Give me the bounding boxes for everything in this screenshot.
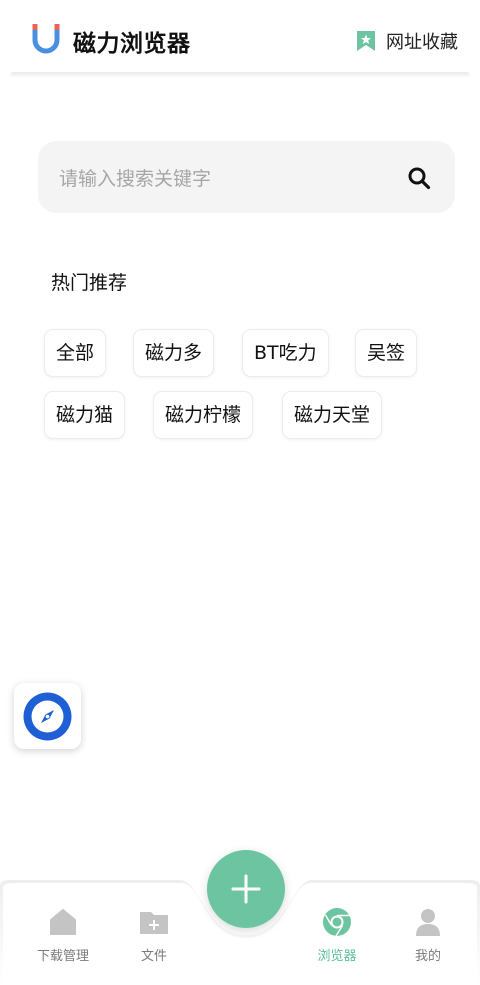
app-title: 磁力浏览器: [73, 31, 191, 57]
tag-chip[interactable]: 磁力猫: [44, 391, 126, 439]
nav-label: 浏览器: [317, 949, 357, 964]
nav-label: 我的: [414, 949, 441, 964]
tag-chip[interactable]: 磁力天堂: [282, 391, 383, 439]
nav-browser[interactable]: 浏览器: [292, 907, 382, 964]
tag-chip[interactable]: 全部: [44, 329, 107, 377]
tag-chip[interactable]: 吴签: [355, 329, 418, 377]
tag-chip[interactable]: 磁力多: [133, 329, 215, 377]
nav-label: 下载管理: [36, 949, 89, 964]
floating-compass-button[interactable]: [14, 683, 81, 749]
search-input[interactable]: 请输入搜索关键字: [38, 141, 455, 213]
bookmarks-button[interactable]: 网址收藏: [356, 26, 458, 56]
nav-profile[interactable]: 我的: [383, 907, 473, 964]
search-icon[interactable]: [407, 166, 431, 190]
compass-icon: [23, 692, 72, 741]
bookmark-star-icon: [357, 31, 375, 51]
tag-chip[interactable]: BT吃力: [242, 329, 329, 377]
user-icon: [416, 909, 440, 936]
hot-recommend-title: 热门推荐: [51, 272, 128, 294]
header-divider: [10, 72, 470, 78]
bookmarks-label: 网址收藏: [386, 32, 458, 53]
add-fab-button[interactable]: [207, 850, 285, 928]
plus-icon: [231, 874, 261, 904]
nav-download-manager[interactable]: 下载管理: [18, 907, 108, 964]
nav-label: 文件: [140, 949, 167, 964]
search-placeholder: 请输入搜索关键字: [59, 168, 212, 190]
home-icon: [50, 909, 76, 935]
magnet-logo-icon: [32, 24, 60, 54]
tag-chip[interactable]: 磁力柠檬: [153, 391, 254, 439]
chrome-icon: [323, 908, 351, 937]
folder-add-icon: [140, 912, 168, 934]
nav-files[interactable]: 文件: [109, 907, 199, 964]
top-bar: 磁力浏览器 网址收藏: [0, 0, 480, 76]
